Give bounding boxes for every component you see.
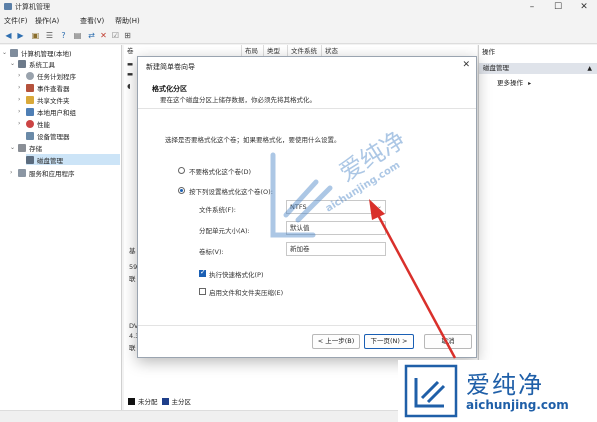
list-icon[interactable]: ☰: [44, 30, 55, 41]
menu-file[interactable]: 文件(F): [4, 16, 28, 26]
performance-icon: [26, 119, 34, 128]
disk-1-status: 联: [129, 344, 136, 352]
legend-swatch-primary: [161, 397, 169, 405]
chevron-right-icon[interactable]: ›: [18, 108, 26, 115]
disk-0-status: 联: [129, 275, 136, 283]
watermark-center: 爱纯净 aichunjing.com: [270, 125, 410, 238]
radio-no-format[interactable]: [178, 167, 185, 174]
back-icon[interactable]: ◀: [3, 30, 14, 41]
event-viewer-icon: [26, 83, 34, 92]
watermark-brand: 爱纯净: [466, 371, 544, 399]
services-icon: [18, 168, 26, 177]
dialog-heading: 格式化分区: [152, 85, 187, 93]
menu-view[interactable]: 查看(V): [80, 16, 104, 26]
watermark-url: aichunjing.com: [466, 398, 569, 412]
quick-format-checkbox[interactable]: [199, 268, 206, 277]
chevron-right-icon[interactable]: ›: [18, 72, 26, 79]
connect-icon[interactable]: ⇄: [86, 30, 97, 41]
cancel-button[interactable]: 取消: [424, 334, 472, 349]
menu-bar: 文件(F) 操作(A) 查看(V) 帮助(H): [0, 14, 597, 27]
users-icon: [26, 107, 34, 116]
volume-icon[interactable]: ◖: [127, 82, 130, 90]
volume-icon[interactable]: ▬: [127, 60, 133, 68]
maximize-button[interactable]: ☐: [545, 0, 571, 14]
volume-icon[interactable]: ▬: [127, 70, 133, 78]
menu-action[interactable]: 操作(A): [35, 16, 59, 26]
clock-icon: [26, 71, 34, 80]
help-icon[interactable]: ?: [58, 30, 69, 41]
quick-format-label[interactable]: 执行快速格式化(P): [209, 269, 264, 279]
chevron-right-icon: ▸: [528, 80, 532, 87]
tree-item-device-manager[interactable]: 设备管理器: [26, 130, 70, 141]
actions-pane: 操作 磁盘管理 ▲ 更多操作 ▸: [478, 45, 597, 410]
close-button[interactable]: ✕: [571, 0, 597, 14]
dialog-title: 新建简单卷向导: [146, 63, 195, 71]
device-manager-icon: [26, 131, 34, 140]
dialog-title-bar: 新建简单卷向导 ✕: [138, 57, 476, 75]
computer-icon: [10, 48, 18, 57]
dialog-subheading: 要在这个磁盘分区上储存数据，你必须先将其格式化。: [160, 96, 316, 104]
minimize-button[interactable]: –: [519, 0, 545, 14]
compression-label[interactable]: 启用文件和文件夹压缩(E): [209, 287, 283, 297]
tree-item-services[interactable]: › 服务和应用程序: [10, 167, 75, 178]
radio-format[interactable]: [178, 187, 185, 194]
disk-icon: [26, 155, 34, 164]
volume-label-label: 卷标(V):: [199, 248, 224, 256]
chevron-right-icon[interactable]: ›: [18, 120, 26, 127]
allocation-unit-label: 分配单元大小(A):: [199, 227, 250, 235]
shared-folder-icon: [26, 95, 34, 104]
legend-primary: 主分区: [171, 398, 192, 406]
disk-0-label[interactable]: 基: [129, 245, 136, 255]
tree-item-task-scheduler[interactable]: › 任务计划程序: [18, 70, 76, 81]
chevron-right-icon[interactable]: ›: [18, 84, 26, 91]
forward-icon[interactable]: ▶: [15, 30, 26, 41]
actions-disk-management[interactable]: 磁盘管理 ▲: [479, 63, 597, 74]
next-button[interactable]: 下一页(N) >: [364, 334, 414, 349]
radio-no-format-label[interactable]: 不要格式化这个卷(D): [189, 166, 251, 176]
tree-item-event-viewer[interactable]: › 事件查看器: [18, 82, 70, 93]
back-button[interactable]: < 上一步(B): [312, 334, 360, 349]
tree-item-shared-folders[interactable]: › 共享文件夹: [18, 94, 70, 105]
dialog-header: 格式化分区 要在这个磁盘分区上储存数据，你必须先将其格式化。: [138, 75, 476, 109]
computer-management-icon: [4, 3, 12, 10]
tree-item-local-users[interactable]: › 本地用户和组: [18, 106, 76, 117]
tree-item-storage[interactable]: ⌄ 存储: [10, 142, 42, 153]
chevron-right-icon[interactable]: ›: [10, 169, 18, 176]
delete-icon[interactable]: ✕: [98, 30, 109, 41]
actions-header: 操作: [482, 48, 495, 56]
folder-up-icon[interactable]: ▣: [30, 30, 41, 41]
chevron-down-icon[interactable]: ⌄: [10, 60, 18, 67]
tree-item-root[interactable]: ⌄ 计算机管理(本地): [2, 47, 72, 58]
toolbar: ◀ ▶ ▣ ☰ ? ▤ ⇄ ✕ ☑ ⊞: [0, 27, 597, 44]
properties-icon[interactable]: ▤: [72, 30, 83, 41]
chevron-down-icon[interactable]: ⌄: [10, 144, 18, 151]
tools-icon: [18, 59, 26, 68]
checklist-icon[interactable]: ☑: [110, 30, 121, 41]
title-bar: 计算机管理 – ☐ ✕: [0, 0, 597, 14]
compression-checkbox[interactable]: [199, 288, 206, 295]
grid-icon[interactable]: ⊞: [122, 30, 133, 41]
watermark-logo-icon: [404, 364, 458, 418]
chevron-right-icon[interactable]: ›: [18, 96, 26, 103]
storage-icon: [18, 143, 26, 152]
navigation-tree: ⌄ 计算机管理(本地) ⌄ 系统工具 › 任务计划程序 › 事件查看器 › 共享…: [0, 45, 122, 410]
tree-item-system-tools[interactable]: ⌄ 系统工具: [10, 58, 55, 69]
watermark-logo-icon: [270, 152, 333, 238]
dialog-footer: < 上一步(B) 下一页(N) > 取消: [138, 325, 476, 357]
tree-item-performance[interactable]: › 性能: [18, 118, 50, 129]
collapse-icon[interactable]: ▲: [587, 63, 592, 74]
disk-legend: 未分配 主分区: [124, 395, 191, 407]
window-title: 计算机管理: [15, 3, 50, 11]
legend-unallocated: 未分配: [138, 398, 158, 406]
menu-help[interactable]: 帮助(H): [115, 16, 140, 26]
dialog-close-button[interactable]: ✕: [462, 60, 470, 70]
more-actions[interactable]: 更多操作 ▸: [497, 77, 531, 87]
filesystem-label: 文件系统(F):: [199, 206, 237, 214]
tree-item-disk-management[interactable]: 磁盘管理: [26, 154, 120, 165]
legend-swatch-unallocated: [128, 397, 135, 405]
chevron-down-icon[interactable]: ⌄: [2, 49, 10, 56]
